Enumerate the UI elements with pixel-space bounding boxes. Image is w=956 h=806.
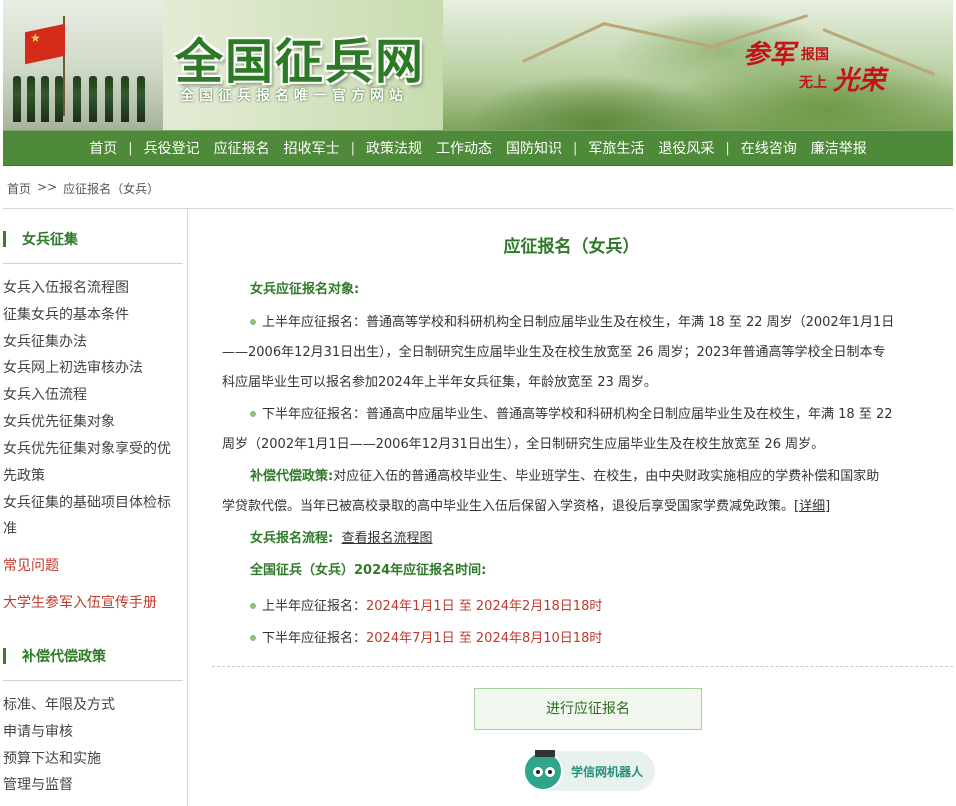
site-logo-title[interactable]: 全国征兵网 <box>175 22 425 92</box>
time-second-half: 下半年应征报名：2024年7月1日 至 2024年8月10日18时 <box>222 624 940 654</box>
honor-guard-image: ★ <box>3 0 163 130</box>
nav-military-registration[interactable]: 兵役登记 <box>137 138 207 158</box>
header-banner: ★ 全国征兵网 全国征兵报名唯一官方网站 参军 报国 无上 光荣 <box>3 0 953 130</box>
breadcrumb-current: 应征报名（女兵） <box>63 182 160 196</box>
sidebar-item[interactable]: 准 <box>3 516 185 543</box>
nav-integrity-report[interactable]: 廉洁举报 <box>804 138 874 158</box>
sidebar-item[interactable]: 女兵征集办法 <box>3 329 185 356</box>
date-range: 2024年7月1日 至 2024年8月10日18时 <box>366 631 603 646</box>
nav-enlistment-application[interactable]: 应征报名 <box>207 138 277 158</box>
slogan-text: 报国 <box>801 47 829 63</box>
nav-sergeant-recruitment[interactable]: 招收军士 <box>277 138 347 158</box>
slogan-text: 光荣 <box>833 66 886 96</box>
sidebar-faq-link[interactable]: 常见问题 <box>3 553 185 580</box>
section-heading: 女兵应征报名对象: <box>250 282 360 297</box>
sidebar-item[interactable]: 管理与监督 <box>3 772 185 799</box>
sidebar-section-heading: 女兵征集 <box>3 229 78 249</box>
nav-military-life[interactable]: 军旅生活 <box>581 138 651 158</box>
register-button[interactable]: 进行应征报名 <box>474 688 702 730</box>
sidebar-item[interactable]: 女兵入伍报名流程图 <box>3 275 185 302</box>
bullet-icon <box>250 410 256 417</box>
date-range: 2024年1月1日 至 2024年2月18日18时 <box>366 599 603 614</box>
section-heading: 补偿代偿政策: <box>250 469 334 484</box>
sidebar-item[interactable]: 女兵优先征集对象 <box>3 409 185 436</box>
time-first-half: 上半年应征报名：2024年1月1日 至 2024年2月18日18时 <box>222 592 940 622</box>
breadcrumb-home[interactable]: 首页 <box>7 180 31 197</box>
nav-policies[interactable]: 政策法规 <box>359 138 429 158</box>
sidebar-item[interactable]: 征集女兵的基本条件 <box>3 302 185 329</box>
bullet-icon <box>250 634 256 641</box>
sidebar-section-title: 女兵征集 <box>22 232 78 248</box>
sidebar-item[interactable]: 标准、年限及方式 <box>3 692 185 719</box>
page-title: 应征报名（女兵） <box>503 237 640 257</box>
nav-defense-knowledge[interactable]: 国防知识 <box>499 138 569 158</box>
sidebar-item[interactable]: 先政策 <box>3 463 185 490</box>
paragraph-flow: 女兵报名流程: 查看报名流程图 <box>222 524 940 554</box>
sidebar: 女兵征集 女兵入伍报名流程图 征集女兵的基本条件 女兵征集办法 女兵网上初选审核… <box>0 209 188 806</box>
breadcrumb: 首页 >> 应征报名（女兵） <box>7 180 159 197</box>
sidebar-item[interactable]: 申请与审核 <box>3 719 185 746</box>
nav-veterans[interactable]: 退役风采 <box>651 138 721 158</box>
sidebar-handbook-link[interactable]: 大学生参军入伍宣传手册 <box>3 590 185 617</box>
nav-separator: | <box>725 140 730 156</box>
paragraph-time: 全国征兵（女兵）2024年应征报名时间: <box>222 556 940 586</box>
nav-separator: | <box>350 140 355 156</box>
nav-separator: | <box>128 140 133 156</box>
bullet-icon <box>250 602 256 609</box>
sidebar-section-heading: 补偿代偿政策 <box>3 646 106 666</box>
paragraph-compensation: 补偿代偿政策:对应征入伍的普通高校毕业生、毕业班学生、在校生，由中央财政实施相应… <box>222 469 880 514</box>
flowchart-link[interactable]: 查看报名流程图 <box>341 531 432 546</box>
divider <box>3 263 183 264</box>
divider <box>3 680 183 681</box>
main-content: 女兵应征报名对象: 上半年应征报名：普通高等学校和科研机构全日制应届毕业生及在校… <box>222 278 940 654</box>
sidebar-item[interactable]: 女兵优先征集对象享受的优 <box>3 436 185 463</box>
nav-separator: | <box>573 140 578 156</box>
slogan-text: 无上 <box>799 75 827 91</box>
main-nav: 首页 | 兵役登记 应征报名 招收军士 | 政策法规 工作动态 国防知识 | 军… <box>3 130 953 166</box>
robot-avatar-icon <box>523 750 563 791</box>
nav-work-news[interactable]: 工作动态 <box>429 138 499 158</box>
section-heading: 全国征兵（女兵）2024年应征报名时间: <box>250 563 487 578</box>
chatbot-label: 学信网机器人 <box>571 764 644 779</box>
bullet-icon <box>250 318 256 325</box>
nav-home[interactable]: 首页 <box>82 138 124 158</box>
nav-online-consult[interactable]: 在线咨询 <box>734 138 804 158</box>
sidebar-item[interactable]: 女兵网上初选审核办法 <box>3 355 185 382</box>
section-heading: 女兵报名流程: <box>250 531 334 546</box>
slogan-text: 参军 <box>743 40 796 70</box>
breadcrumb-separator: >> <box>37 180 58 194</box>
sidebar-item[interactable]: 女兵征集的基础项目体检标 <box>3 490 185 517</box>
chatbot-button[interactable]: 学信网机器人 <box>523 750 655 791</box>
site-subtitle: 全国征兵报名唯一官方网站 <box>180 88 408 104</box>
paragraph-second-half: 下半年应征报名：普通高中应届毕业生、普通高等学校和科研机构全日制应届毕业生及在校… <box>222 407 893 452</box>
sidebar-section-title: 补偿代偿政策 <box>22 649 106 665</box>
sidebar-item[interactable]: 预算下达和实施 <box>3 746 185 773</box>
detail-link[interactable]: [详细] <box>794 499 830 514</box>
sidebar-item[interactable]: 女兵入伍流程 <box>3 382 185 409</box>
paragraph-first-half: 上半年应征报名：普通高等学校和科研机构全日制应届毕业生及在校生，年满 18 至 … <box>222 315 895 390</box>
divider <box>212 666 953 667</box>
